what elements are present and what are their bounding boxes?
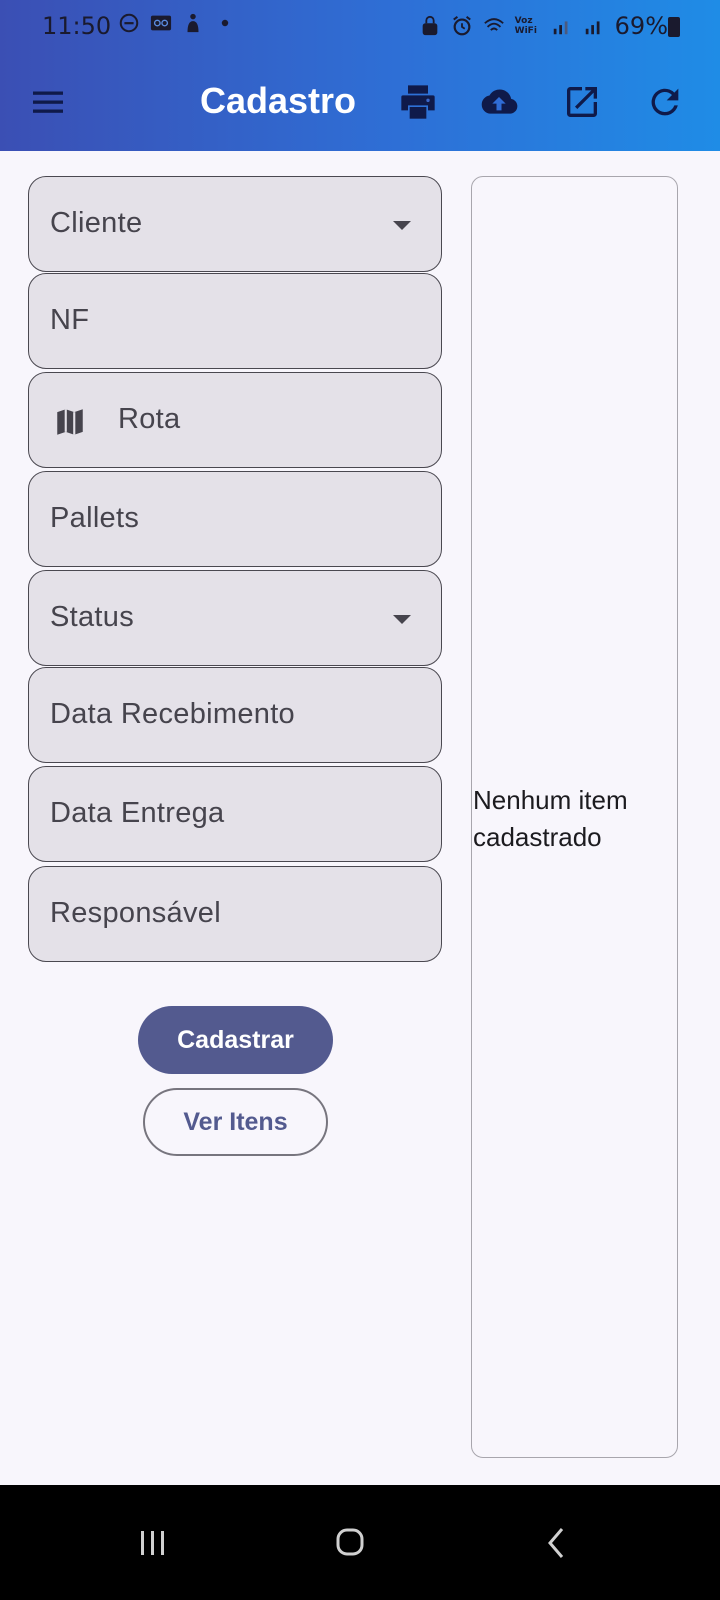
print-icon xyxy=(401,85,435,119)
data-recebimento-field[interactable]: Data Recebimento xyxy=(28,667,442,763)
status-notification-icons xyxy=(118,12,236,34)
notification-dot-icon xyxy=(221,19,229,27)
wifi-icon xyxy=(483,18,504,31)
ver-itens-button[interactable]: Ver Itens xyxy=(143,1088,328,1156)
data-entrega-label: Data Entrega xyxy=(50,797,225,829)
responsavel-field[interactable]: Responsável xyxy=(28,866,442,962)
data-recebimento-label: Data Recebimento xyxy=(50,698,295,730)
battery-percentage: 69% xyxy=(614,12,668,40)
open-in-new-icon xyxy=(567,87,597,117)
cliente-label: Cliente xyxy=(50,207,143,239)
refresh-button[interactable] xyxy=(645,82,685,122)
data-entrega-field[interactable]: Data Entrega xyxy=(28,766,442,862)
rota-field[interactable]: Rota xyxy=(28,372,442,468)
signal-icon-secondary xyxy=(585,21,600,35)
accessibility-icon xyxy=(187,13,199,33)
app-lock-icon xyxy=(422,15,437,36)
map-icon xyxy=(57,409,83,435)
recent-apps-icon[interactable] xyxy=(123,1515,183,1571)
voz-wifi-label: Voz WiFi xyxy=(514,16,537,36)
rota-label: Rota xyxy=(118,403,181,435)
pallets-field[interactable]: Pallets xyxy=(28,471,442,567)
refresh-icon xyxy=(651,88,679,116)
empty-list-message: Nenhum item cadastrado xyxy=(473,785,628,852)
nf-label: NF xyxy=(50,304,90,336)
system-navigation-bar xyxy=(0,1485,720,1600)
app-bar: 11:50 Voz WiFi 69% Cadastro xyxy=(0,0,720,151)
status-time: 11:50 xyxy=(42,12,112,40)
cliente-dropdown[interactable]: Cliente xyxy=(28,176,442,272)
battery-icon xyxy=(668,17,680,37)
voicemail-icon xyxy=(150,15,172,31)
pallets-label: Pallets xyxy=(50,502,140,534)
status-label: Status xyxy=(50,601,135,633)
do-not-disturb-icon xyxy=(119,13,139,33)
menu-icon[interactable] xyxy=(30,84,66,120)
back-icon[interactable] xyxy=(528,1515,588,1571)
dropdown-arrow-icon xyxy=(393,221,411,230)
print-button[interactable] xyxy=(398,82,438,122)
status-dropdown[interactable]: Status xyxy=(28,570,442,666)
signal-icon xyxy=(553,21,568,35)
status-system-icons: Voz WiFi 69% xyxy=(419,12,668,40)
upload-button[interactable] xyxy=(479,82,519,122)
toolbar: Cadastro xyxy=(0,54,720,151)
alarm-icon xyxy=(452,16,471,36)
status-bar: 11:50 Voz WiFi 69% xyxy=(0,0,720,54)
open-external-button[interactable] xyxy=(562,82,602,122)
responsavel-label: Responsável xyxy=(50,897,221,929)
page-title: Cadastro xyxy=(200,80,357,121)
nf-field[interactable]: NF xyxy=(28,273,442,369)
cloud-upload-icon xyxy=(481,89,518,114)
cadastrar-button[interactable]: Cadastrar xyxy=(138,1006,333,1074)
dropdown-arrow-icon xyxy=(393,615,411,624)
home-icon[interactable] xyxy=(320,1515,380,1571)
